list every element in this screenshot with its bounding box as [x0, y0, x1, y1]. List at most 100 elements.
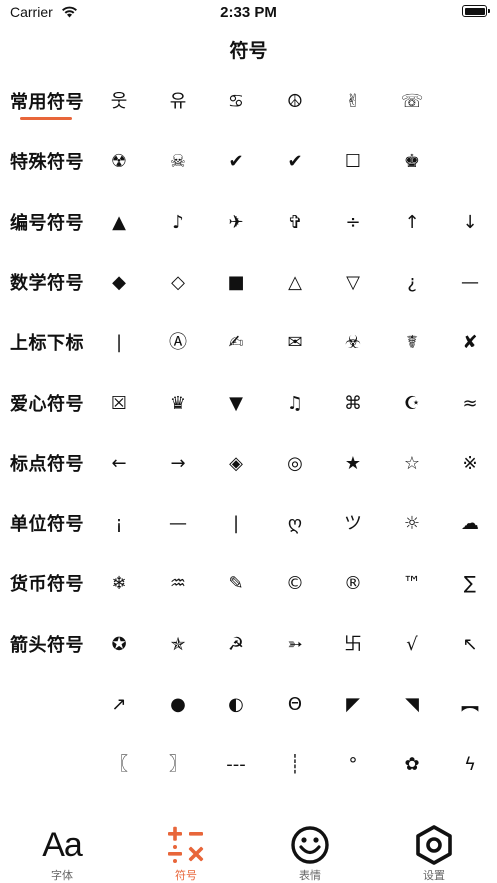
category-item[interactable]: 数学符号: [10, 266, 90, 302]
symbol-cell[interactable]: ◥: [383, 680, 441, 730]
symbol-cell[interactable]: ✯: [149, 620, 207, 670]
symbol-cell[interactable]: |: [207, 499, 265, 549]
symbol-cell[interactable]: 유: [149, 77, 207, 127]
symbol-cell[interactable]: ↖: [441, 620, 497, 670]
symbol-cell[interactable]: ©: [266, 559, 324, 609]
symbol-cell[interactable]: ※: [441, 439, 497, 489]
category-item[interactable]: 上标下标: [10, 326, 90, 362]
symbol-cell[interactable]: ▲: [90, 198, 148, 248]
symbol-cell[interactable]: ♋: [207, 77, 265, 127]
symbol-cell[interactable]: ♪: [149, 198, 207, 248]
symbol-cell[interactable]: ∑: [441, 559, 497, 609]
category-item[interactable]: 特殊符号: [10, 145, 90, 181]
symbol-cell[interactable]: ◆: [90, 258, 148, 308]
category-item[interactable]: 标点符号: [10, 447, 90, 483]
category-item[interactable]: 箭头符号: [10, 628, 90, 664]
symbol-cell[interactable]: ®: [324, 559, 382, 609]
symbol-cell[interactable]: ✘: [441, 318, 497, 368]
symbol-cell[interactable]: ϟ: [441, 740, 497, 790]
category-item[interactable]: 单位符号: [10, 507, 90, 543]
symbol-cell[interactable]: ❄: [90, 559, 148, 609]
symbol-cell[interactable]: ■: [207, 258, 265, 308]
symbol-cell[interactable]: 〗: [149, 740, 207, 790]
symbol-cell[interactable]: °: [324, 740, 382, 790]
symbol-cell[interactable]: ☼: [383, 499, 441, 549]
symbol-cell[interactable]: ツ: [324, 499, 382, 549]
symbol-cell[interactable]: 〖: [90, 740, 148, 790]
symbol-cell[interactable]: ◐: [207, 680, 265, 730]
symbol-cell[interactable]: ◇: [149, 258, 207, 308]
symbol-cell[interactable]: ◈: [207, 439, 265, 489]
tab-label: 表情: [299, 869, 321, 882]
category-item[interactable]: 编号符号: [10, 206, 90, 242]
tab-symbols[interactable]: 符号: [124, 825, 248, 883]
symbol-cell[interactable]: ÷: [324, 198, 382, 248]
symbol-cell[interactable]: ---: [207, 740, 265, 790]
symbol-cell[interactable]: 웃: [90, 77, 148, 127]
symbol-cell[interactable]: ™: [383, 559, 441, 609]
symbol-cell[interactable]: ≈: [441, 379, 497, 429]
symbol-cell[interactable]: ✉: [266, 318, 324, 368]
symbol-cell[interactable]: ✎: [207, 559, 265, 609]
smiley-icon: [291, 826, 329, 864]
symbol-cell[interactable]: ●: [149, 680, 207, 730]
symbol-cell[interactable]: ↓: [441, 198, 497, 248]
symbol-cell[interactable]: Θ: [266, 680, 324, 730]
symbol-cell[interactable]: ✌: [324, 77, 382, 127]
symbol-cell[interactable]: ✔: [266, 137, 324, 187]
symbol-cell[interactable]: ☠: [149, 137, 207, 187]
tab-font[interactable]: Aa 字体: [0, 825, 124, 883]
symbol-cell[interactable]: ✪: [90, 620, 148, 670]
symbol-cell[interactable]: ↑: [383, 198, 441, 248]
symbol-cell[interactable]: Ⓐ: [149, 318, 207, 368]
symbol-cell[interactable]: ☢: [90, 137, 148, 187]
symbol-cell[interactable]: ♒: [149, 559, 207, 609]
category-item[interactable]: 货币符号: [10, 567, 90, 603]
symbol-cell[interactable]: ┊: [266, 740, 324, 790]
symbol-cell[interactable]: —: [441, 258, 497, 308]
symbol-cell[interactable]: ☆: [383, 439, 441, 489]
symbol-cell[interactable]: ✈: [207, 198, 265, 248]
symbol-cell[interactable]: ☤: [383, 318, 441, 368]
symbol-cell[interactable]: ☁: [441, 499, 497, 549]
symbol-cell[interactable]: 卐: [324, 620, 382, 670]
symbol-cell[interactable]: →: [149, 439, 207, 489]
symbol-cell[interactable]: ¡: [90, 499, 148, 549]
symbol-cell[interactable]: ︻: [441, 680, 497, 730]
symbol-cell[interactable]: △: [266, 258, 324, 308]
symbol-cell[interactable]: ☮: [266, 77, 324, 127]
symbol-cell[interactable]: ☒: [90, 379, 148, 429]
symbol-cell[interactable]: ★: [324, 439, 382, 489]
symbol-cell[interactable]: —: [149, 499, 207, 549]
symbol-cell[interactable]: ←: [90, 439, 148, 489]
tab-settings[interactable]: 设置: [372, 825, 496, 883]
symbol-cell[interactable]: |: [90, 318, 148, 368]
symbol-cell[interactable]: √: [383, 620, 441, 670]
symbol-cell[interactable]: ☐: [324, 137, 382, 187]
tab-emoji[interactable]: 表情: [248, 825, 372, 883]
symbol-cell[interactable]: ➳: [266, 620, 324, 670]
category-item[interactable]: 爱心符号: [10, 387, 90, 423]
symbol-cell[interactable]: ◎: [266, 439, 324, 489]
symbol-cell[interactable]: ☏: [383, 77, 441, 127]
symbol-cell[interactable]: ¿: [383, 258, 441, 308]
symbol-cell[interactable]: ♛: [149, 379, 207, 429]
symbol-cell[interactable]: ღ: [266, 499, 324, 549]
symbol-cell[interactable]: ▼: [207, 379, 265, 429]
symbol-cell[interactable]: ♚: [383, 137, 441, 187]
symbol-cell[interactable]: ◤: [324, 680, 382, 730]
symbol-cell[interactable]: ✿: [383, 740, 441, 790]
page-title: 符号: [229, 40, 268, 62]
symbol-cell[interactable]: ☪: [383, 379, 441, 429]
symbol-cell[interactable]: ☭: [207, 620, 265, 670]
symbol-cell[interactable]: ✔: [207, 137, 265, 187]
symbol-cell[interactable]: ✞: [266, 198, 324, 248]
symbol-cell[interactable]: ☣: [324, 318, 382, 368]
font-aa-icon: Aa: [42, 826, 83, 864]
category-item[interactable]: 常用符号: [10, 85, 90, 121]
symbol-cell[interactable]: ▽: [324, 258, 382, 308]
symbol-cell[interactable]: ✍: [207, 318, 265, 368]
symbol-cell[interactable]: ♫: [266, 379, 324, 429]
symbol-cell[interactable]: ↗: [90, 680, 148, 730]
symbol-cell[interactable]: ⌘: [324, 379, 382, 429]
